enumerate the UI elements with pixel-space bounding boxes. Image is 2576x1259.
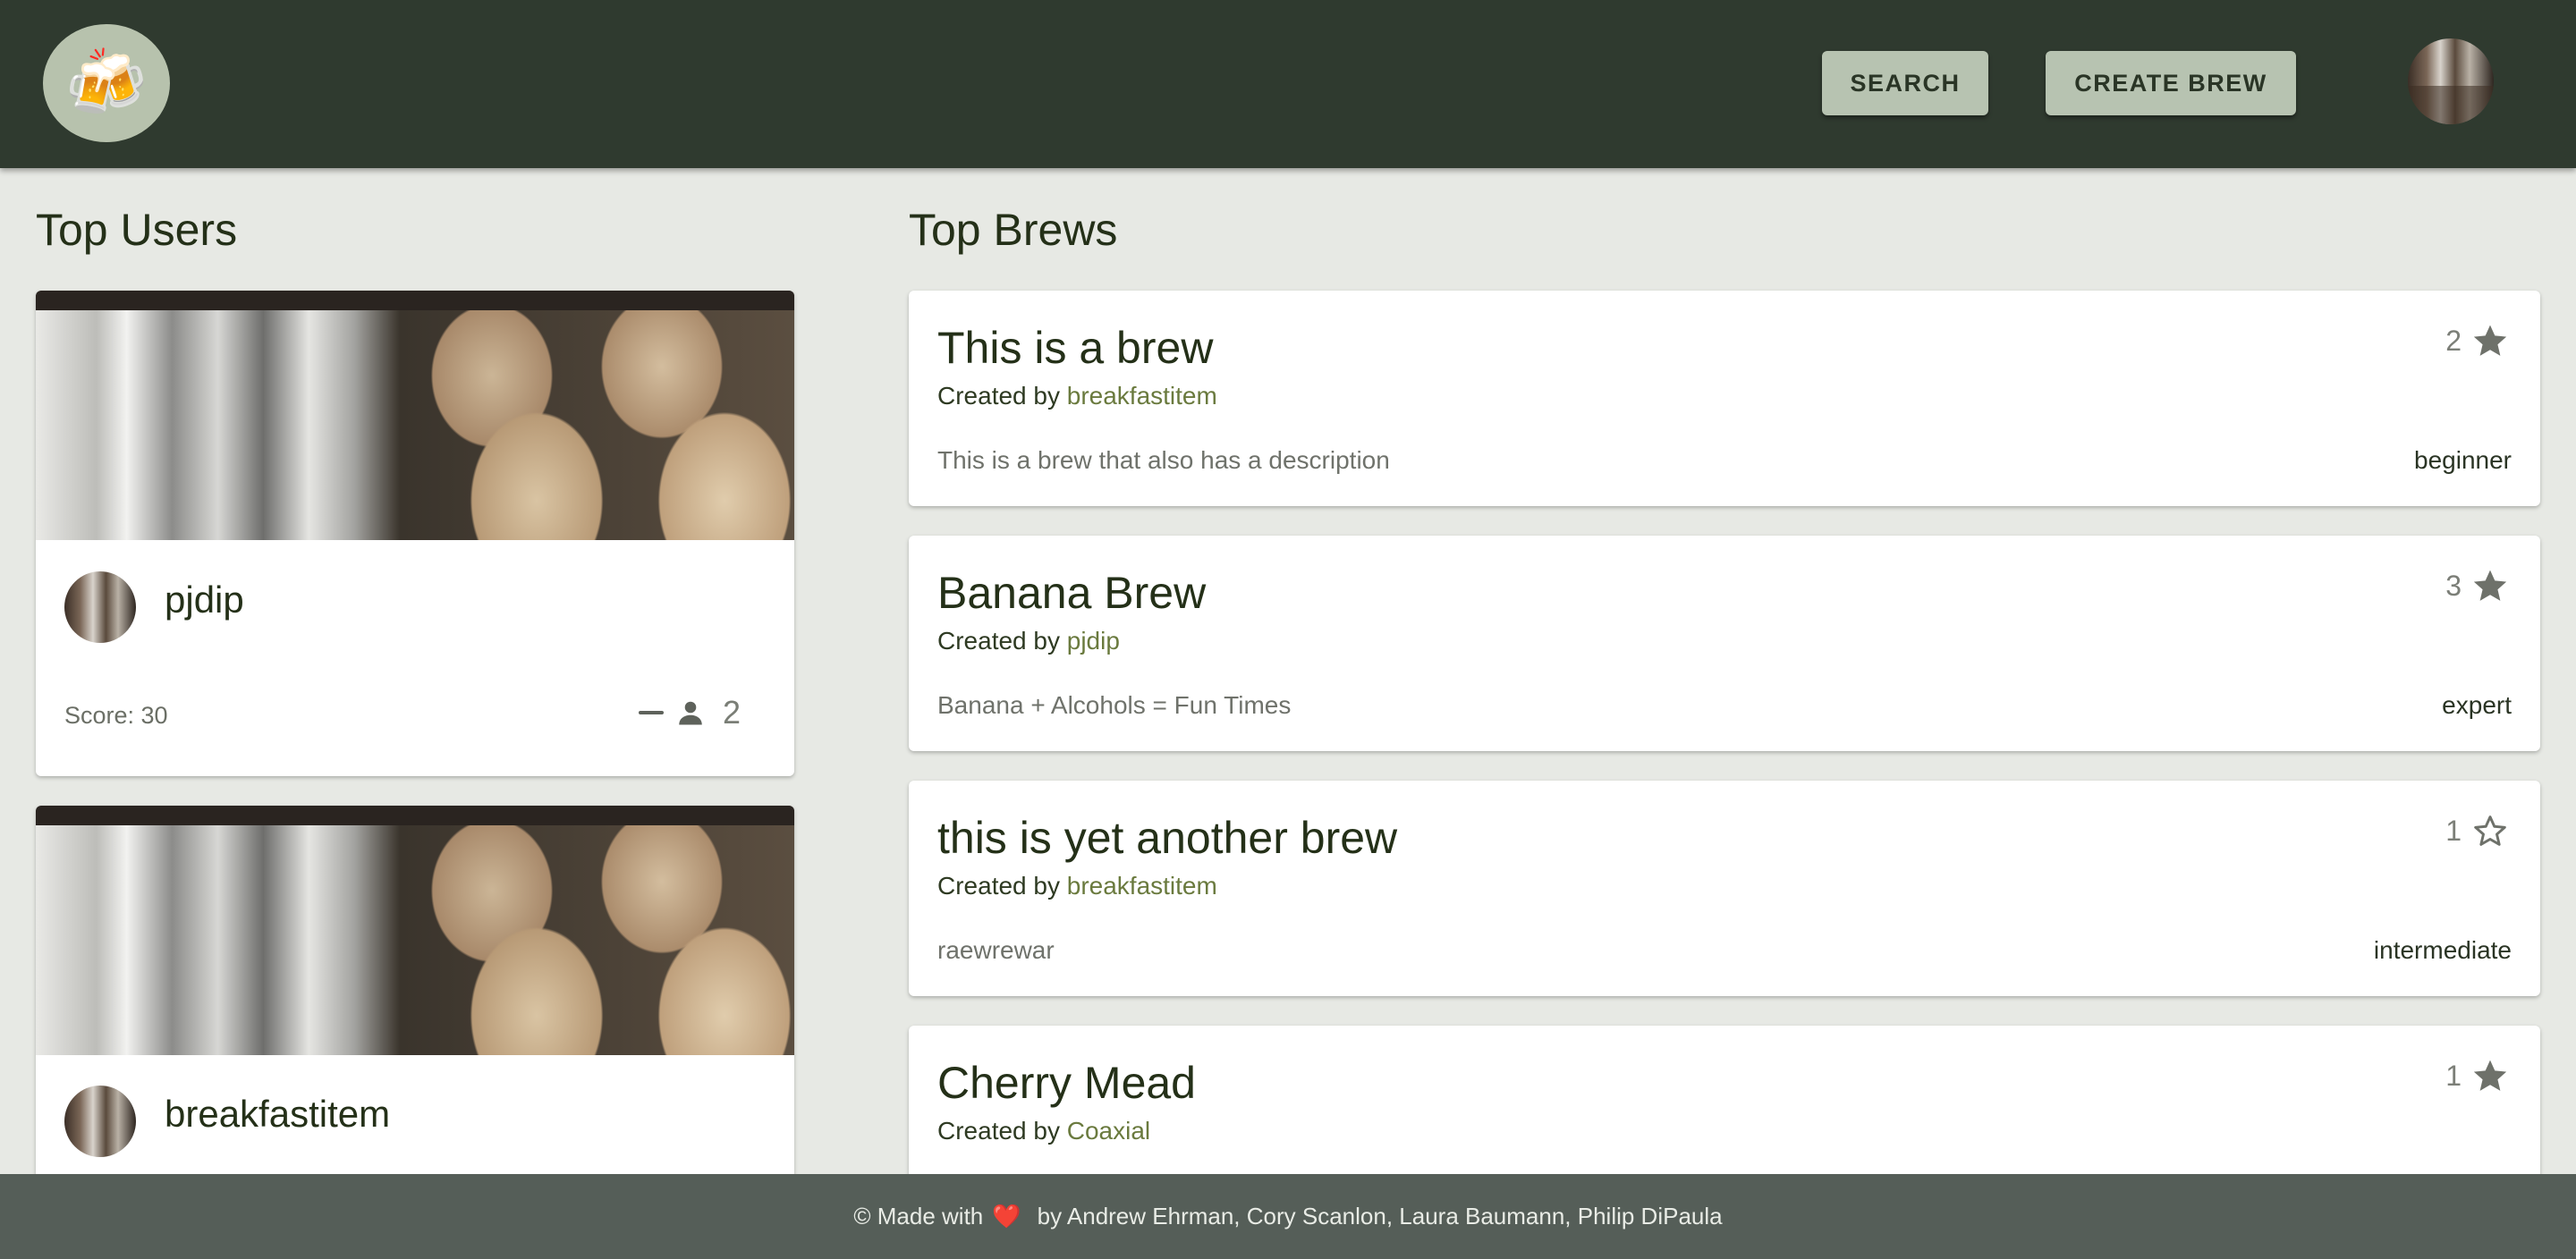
user-card[interactable]: pjdip Score: 30 2 — [36, 291, 794, 776]
brew-description: Banana + Alcohols = Fun Times — [937, 691, 1292, 719]
brew-creator: Created by breakfastitem — [937, 872, 1217, 900]
brew-level: expert — [2442, 691, 2512, 719]
brew-creator: Created by Coaxial — [937, 1117, 1150, 1145]
profile-avatar[interactable] — [2408, 38, 2494, 124]
brew-title[interactable]: Cherry Mead — [937, 1057, 1196, 1109]
user-score: Score: 30 — [64, 702, 168, 729]
user-card-image — [36, 806, 794, 1055]
brew-card[interactable]: Banana Brew Created by pjdip Banana + Al… — [909, 536, 2540, 751]
logo-glyph: 🍻 — [64, 46, 148, 120]
avatar[interactable] — [64, 1086, 136, 1157]
follow-control: 2 — [639, 694, 741, 731]
person-icon — [674, 697, 707, 729]
creator-link[interactable]: breakfastitem — [1067, 382, 1217, 410]
brew-level: intermediate — [2373, 936, 2512, 964]
avatar[interactable] — [64, 571, 136, 643]
star-outline-icon[interactable] — [2470, 811, 2510, 850]
brew-level: beginner — [2414, 446, 2512, 474]
brew-description: This is a brew that also has a descripti… — [937, 446, 1390, 474]
user-name[interactable]: breakfastitem — [165, 1093, 390, 1136]
created-by-label: Created by — [937, 382, 1060, 410]
star-filled-icon[interactable] — [2470, 566, 2510, 605]
brew-rating: 3 — [2445, 566, 2510, 605]
user-card[interactable]: breakfastitem — [36, 806, 794, 1181]
brew-title[interactable]: this is yet another brew — [937, 812, 1397, 864]
creator-link[interactable]: breakfastitem — [1067, 872, 1217, 900]
brew-rating: 1 — [2445, 811, 2510, 850]
brew-creator: Created by pjdip — [937, 627, 1120, 655]
brew-title[interactable]: Banana Brew — [937, 567, 1206, 619]
minus-icon[interactable] — [639, 711, 664, 714]
heart-icon: ❤️ — [992, 1203, 1021, 1229]
brew-rating: 2 — [2445, 321, 2510, 360]
rating-count: 1 — [2445, 1059, 2462, 1092]
search-button[interactable]: SEARCH — [1822, 51, 1988, 115]
app-header: 🍻 SEARCH CREATE BREW — [0, 0, 2576, 168]
top-brews-title: Top Brews — [909, 205, 1118, 255]
brew-card[interactable]: this is yet another brew Created by brea… — [909, 781, 2540, 996]
brew-title[interactable]: This is a brew — [937, 322, 1213, 374]
create-brew-button[interactable]: CREATE BREW — [2046, 51, 2296, 115]
star-filled-icon[interactable] — [2470, 321, 2510, 360]
creator-link[interactable]: pjdip — [1067, 627, 1120, 655]
rating-count: 3 — [2445, 569, 2462, 602]
brew-creator: Created by breakfastitem — [937, 382, 1217, 410]
app-footer: © Made with ❤️ by Andrew Ehrman, Cory Sc… — [0, 1174, 2576, 1259]
top-users-title: Top Users — [36, 205, 238, 255]
created-by-label: Created by — [937, 627, 1060, 655]
follower-count: 2 — [723, 694, 741, 731]
brew-description: raewrewar — [937, 936, 1055, 964]
user-name[interactable]: pjdip — [165, 579, 244, 621]
brew-rating: 1 — [2445, 1056, 2510, 1095]
footer-credits: by Andrew Ehrman, Cory Scanlon, Laura Ba… — [1037, 1203, 1723, 1229]
footer-prefix: © Made with — [853, 1203, 984, 1229]
user-card-image — [36, 291, 794, 540]
star-filled-icon[interactable] — [2470, 1056, 2510, 1095]
created-by-label: Created by — [937, 872, 1060, 900]
beer-mugs-icon[interactable]: 🍻 — [43, 24, 170, 142]
rating-count: 2 — [2445, 324, 2462, 357]
created-by-label: Created by — [937, 1117, 1060, 1145]
rating-count: 1 — [2445, 814, 2462, 847]
brew-card[interactable]: This is a brew Created by breakfastitem … — [909, 291, 2540, 506]
creator-link[interactable]: Coaxial — [1067, 1117, 1150, 1145]
